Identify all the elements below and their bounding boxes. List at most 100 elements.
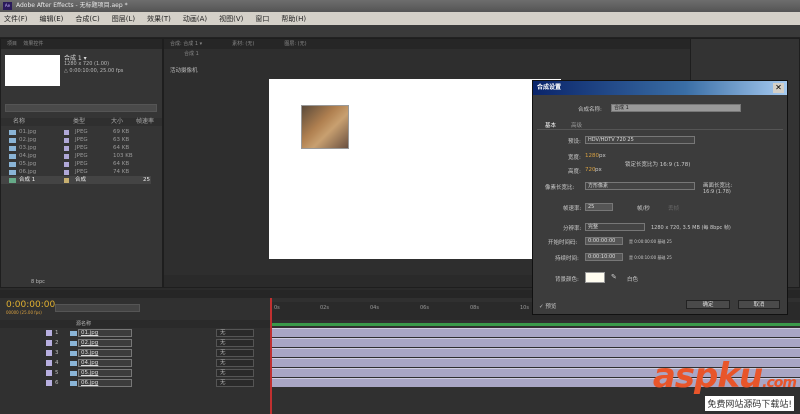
list-item-selected[interactable]: 合成 1 合成 25 — [1, 176, 151, 184]
comp-name-input[interactable]: 合成 1 — [611, 104, 741, 112]
project-search-input[interactable] — [5, 104, 157, 112]
tab-effect-controls[interactable]: 效果控件 — [23, 41, 43, 47]
label-color — [64, 129, 69, 135]
lock-aspect-checkbox[interactable]: 锁定长宽比为 16:9 (1.78) — [625, 160, 690, 168]
tab-advanced[interactable]: 高级 — [571, 121, 582, 129]
image-icon — [70, 350, 77, 356]
bg-color-swatch[interactable] — [585, 272, 605, 283]
fps-input[interactable]: 25 — [585, 203, 613, 211]
menu-effect[interactable]: 效果(T) — [147, 14, 171, 24]
frame-info: 00000 (25.00 fps) — [6, 310, 42, 315]
bg-color-label: 背景颜色: — [555, 277, 579, 283]
resolution-label: 分辨率: — [563, 226, 582, 232]
image-icon — [9, 169, 16, 175]
table-row[interactable]: 5 05.jpg 无 — [0, 368, 270, 378]
image-icon — [9, 145, 16, 151]
project-column-header: 名称 类型 大小 帧速率 — [1, 118, 162, 126]
menu-edit[interactable]: 编辑(E) — [40, 14, 64, 24]
parent-select[interactable]: 无 — [216, 329, 254, 337]
work-area-bar[interactable] — [272, 323, 800, 326]
image-icon — [70, 370, 77, 376]
tab-project[interactable]: 项目 — [7, 41, 17, 47]
menu-composition[interactable]: 合成(C) — [75, 14, 99, 24]
col-type[interactable]: 类型 — [51, 118, 91, 126]
menu-animation[interactable]: 动画(A) — [183, 14, 207, 24]
menu-layer[interactable]: 图层(L) — [112, 14, 135, 24]
image-icon — [70, 330, 77, 336]
col-size[interactable]: 大小 — [111, 118, 123, 126]
fps-label: 帧速率: — [563, 206, 582, 212]
menu-help[interactable]: 帮助(H) — [281, 14, 306, 24]
project-list: 01.jpg JPEG 69 KB 02.jpg JPEG 63 KB 03.jpg JP… — [1, 128, 151, 184]
parent-select[interactable]: 无 — [216, 349, 254, 357]
current-time[interactable]: 0:00:00:00 — [6, 300, 55, 310]
height-label: 高度: — [568, 169, 581, 175]
app-title: Adobe After Effects - 无标题项目.aep * — [16, 2, 128, 9]
layer-header: 源名称 — [0, 320, 270, 328]
watermark-logo: aspku.com — [652, 356, 797, 396]
pixel-aspect-select[interactable]: 方形像素 — [585, 182, 695, 190]
parent-select[interactable]: 无 — [216, 359, 254, 367]
preset-select[interactable]: HDV/HDTV 720 25 — [585, 136, 695, 144]
layer-bar[interactable] — [272, 338, 800, 347]
comp-duration: △ 0:00:10:00, 25.00 fps — [64, 68, 124, 74]
pixel-aspect-label: 像素长宽比: — [545, 185, 575, 191]
tab-basic[interactable]: 基本 — [545, 121, 556, 129]
table-row[interactable]: 2 02.jpg 无 — [0, 338, 270, 348]
tab-layer[interactable]: 图层: (无) — [284, 39, 306, 49]
list-item[interactable]: 02.jpg JPEG 63 KB — [1, 136, 151, 144]
duration-label: 持续时间: — [555, 256, 579, 262]
bpc-button[interactable]: 8 bpc — [31, 279, 45, 285]
cancel-button[interactable]: 取消 — [738, 300, 780, 309]
close-icon[interactable]: ✕ — [773, 83, 784, 93]
tools-toolbar[interactable] — [0, 25, 800, 38]
comp-name-label: 合成名称: — [578, 107, 602, 113]
parent-select[interactable]: 无 — [216, 339, 254, 347]
image-icon — [70, 360, 77, 366]
resolution-info: 1280 x 720, 3.5 MB (每 8bpc 帧) — [651, 225, 731, 231]
parent-select[interactable]: 无 — [216, 379, 254, 387]
list-item[interactable]: 03.jpg JPEG 64 KB — [1, 144, 151, 152]
parent-select[interactable]: 无 — [216, 369, 254, 377]
image-icon — [9, 161, 16, 167]
active-camera-label: 活动摄像机 — [170, 68, 198, 74]
project-panel: 项目 效果控件 合成 1 ▾ 1280 x 720 (1.00) △ 0:00:… — [0, 38, 163, 288]
layer-bar[interactable] — [272, 328, 800, 337]
start-timecode-label: 开始时间码: — [548, 240, 578, 246]
comp-subtab[interactable]: 合成 1 — [184, 50, 199, 57]
eyedropper-icon[interactable]: ✎ — [611, 273, 617, 281]
width-label: 宽度: — [568, 155, 581, 161]
dialog-title: 合成设置 — [533, 81, 787, 95]
list-item[interactable]: 01.jpg JPEG 69 KB — [1, 128, 151, 136]
label-color — [64, 169, 69, 175]
col-fps[interactable]: 帧速率 — [136, 118, 154, 126]
resolution-select[interactable]: 完整 — [585, 223, 645, 231]
frame-aspect-value: 16:9 (1.78) — [703, 189, 731, 195]
comp-thumbnail — [5, 55, 60, 86]
preview-checkbox[interactable]: ✓ 预览 — [539, 302, 556, 310]
table-row[interactable]: 3 03.jpg 无 — [0, 348, 270, 358]
start-timecode-input[interactable]: 0:00:00:00 — [585, 237, 623, 245]
menu-file[interactable]: 文件(F) — [4, 14, 28, 24]
list-item[interactable]: 06.jpg JPEG 74 KB — [1, 168, 151, 176]
layer-image-preview[interactable] — [301, 105, 349, 149]
drop-frame-select[interactable]: 丢帧 — [668, 204, 679, 212]
tab-composition[interactable]: 合成: 合成 1 ▾ — [170, 39, 202, 49]
height-value[interactable]: 720 — [585, 167, 596, 173]
comp-size: 1280 x 720 (1.00) — [64, 61, 110, 67]
duration-input[interactable]: 0:00:10:00 — [585, 253, 623, 261]
image-icon — [70, 380, 77, 386]
table-row[interactable]: 1 01.jpg 无 — [0, 328, 270, 338]
col-name[interactable]: 名称 — [1, 118, 51, 126]
table-row[interactable]: 4 04.jpg 无 — [0, 358, 270, 368]
layer-search-input[interactable] — [55, 304, 140, 312]
tab-footage[interactable]: 素材: (无) — [232, 39, 254, 49]
list-item[interactable]: 04.jpg JPEG 103 KB — [1, 152, 151, 160]
image-icon — [9, 129, 16, 135]
list-item[interactable]: 05.jpg JPEG 64 KB — [1, 160, 151, 168]
table-row[interactable]: 6 06.jpg 无 — [0, 378, 270, 388]
menu-window[interactable]: 窗口 — [255, 14, 269, 24]
ok-button[interactable]: 确定 — [686, 300, 730, 309]
width-value[interactable]: 1280 — [585, 153, 599, 159]
menu-view[interactable]: 视图(V) — [219, 14, 243, 24]
